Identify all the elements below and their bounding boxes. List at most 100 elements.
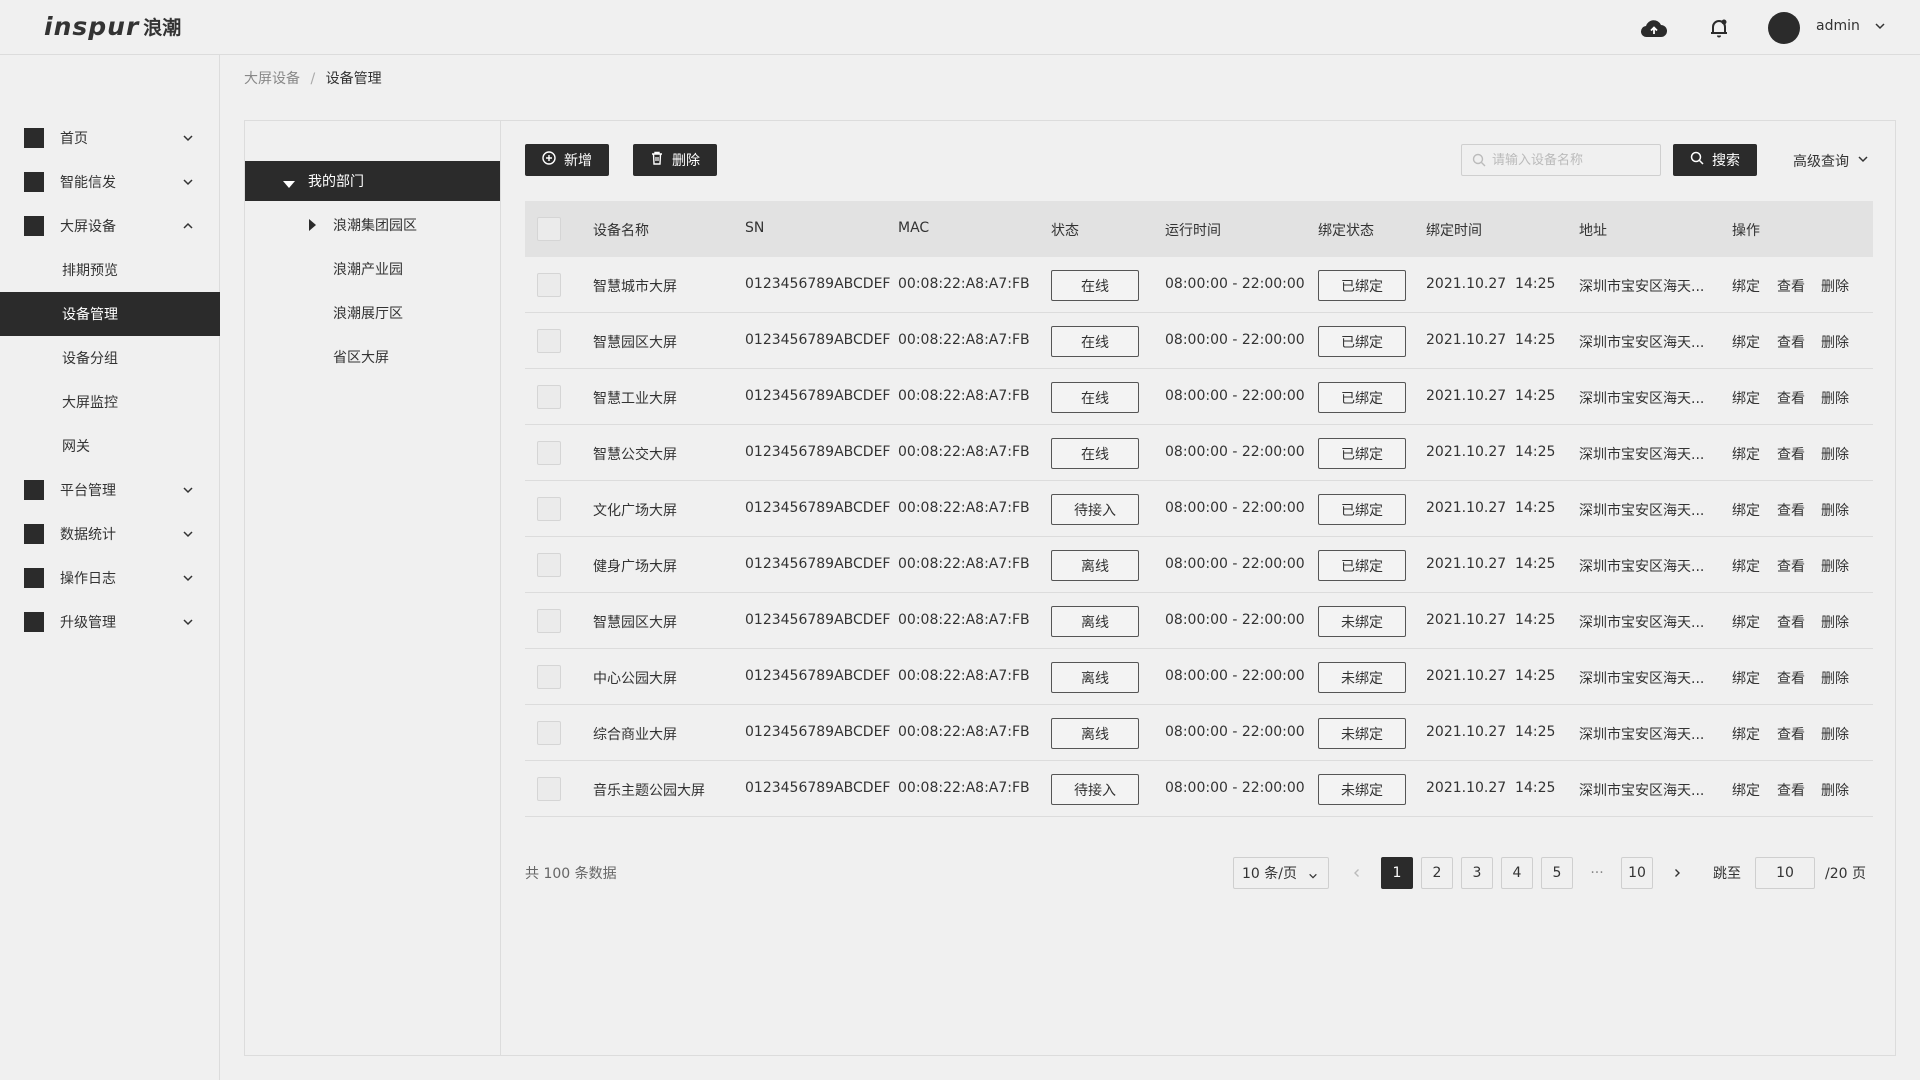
advanced-search-toggle[interactable]: 高级查询	[1793, 151, 1869, 171]
delete-action-link[interactable]: 删除	[1821, 388, 1849, 408]
sidebar-item-screen-devices[interactable]: 大屏设备	[0, 204, 220, 248]
row-checkbox[interactable]	[537, 273, 561, 297]
tree-node[interactable]: 省区大屏	[245, 337, 500, 377]
table-row[interactable]: 中心公园大屏 0123456789ABCDEF 00:08:22:A8:A7:FB 离…	[525, 649, 1873, 705]
sidebar-subitem-device-management[interactable]: 设备管理	[0, 292, 220, 336]
row-checkbox[interactable]	[537, 553, 561, 577]
view-action-link[interactable]: 查看	[1777, 612, 1805, 632]
tree-node[interactable]: 浪潮产业园	[245, 249, 500, 289]
cloud-upload-icon[interactable]	[1640, 14, 1668, 42]
sidebar-item-platform[interactable]: 平台管理	[0, 468, 220, 512]
table-row[interactable]: 智慧园区大屏 0123456789ABCDEF 00:08:22:A8:A7:FB 离…	[525, 593, 1873, 649]
row-checkbox[interactable]	[537, 441, 561, 465]
device-address: 深圳市宝安区海天...	[1579, 335, 1705, 351]
search-field[interactable]	[1461, 144, 1661, 176]
status-badge: 待接入	[1051, 774, 1139, 805]
bind-status-badge: 未绑定	[1318, 774, 1406, 805]
sidebar-item-upgrade[interactable]: 升级管理	[0, 600, 220, 644]
breadcrumb-parent[interactable]: 大屏设备	[244, 71, 300, 87]
sidebar-item-statistics[interactable]: 数据统计	[0, 512, 220, 556]
delete-button[interactable]: 删除	[633, 144, 717, 176]
sidebar-subitem-gateway[interactable]: 网关	[0, 424, 220, 468]
bell-icon[interactable]	[1705, 14, 1733, 42]
view-action-link[interactable]: 查看	[1777, 276, 1805, 296]
table-row[interactable]: 智慧城市大屏 0123456789ABCDEF 00:08:22:A8:A7:FB 在…	[525, 257, 1873, 313]
row-checkbox[interactable]	[537, 385, 561, 409]
tree-node-root[interactable]: 我的部门	[245, 161, 500, 201]
delete-action-link[interactable]: 删除	[1821, 444, 1849, 464]
bind-action-link[interactable]: 绑定	[1732, 388, 1760, 408]
sidebar-item-logs[interactable]: 操作日志	[0, 556, 220, 600]
bind-action-link[interactable]: 绑定	[1732, 500, 1760, 520]
table-row[interactable]: 智慧园区大屏 0123456789ABCDEF 00:08:22:A8:A7:FB 在…	[525, 313, 1873, 369]
sidebar-subitem-screen-monitor[interactable]: 大屏监控	[0, 380, 220, 424]
search-button[interactable]: 搜索	[1673, 144, 1757, 176]
table-row[interactable]: 健身广场大屏 0123456789ABCDEF 00:08:22:A8:A7:FB 离…	[525, 537, 1873, 593]
sidebar-item-home[interactable]: 首页	[0, 116, 220, 160]
table-row[interactable]: 音乐主题公园大屏 0123456789ABCDEF 00:08:22:A8:A7:F…	[525, 761, 1873, 817]
page-button[interactable]: 1	[1381, 857, 1413, 889]
avatar[interactable]	[1768, 12, 1800, 44]
jump-input[interactable]	[1755, 857, 1815, 889]
sidebar-subitem-schedule-preview[interactable]: 排期预览	[0, 248, 220, 292]
page-size-select[interactable]: 10 条/页	[1233, 857, 1329, 889]
row-checkbox[interactable]	[537, 665, 561, 689]
bind-action-link[interactable]: 绑定	[1732, 332, 1760, 352]
sidebar-subitem-device-group[interactable]: 设备分组	[0, 336, 220, 380]
table-row[interactable]: 文化广场大屏 0123456789ABCDEF 00:08:22:A8:A7:FB 待…	[525, 481, 1873, 537]
page-button[interactable]: 5	[1541, 857, 1573, 889]
chevron-down-icon[interactable]	[1874, 20, 1886, 36]
view-action-link[interactable]: 查看	[1777, 444, 1805, 464]
sidebar-item-label: 平台管理	[60, 483, 116, 499]
bind-action-link[interactable]: 绑定	[1732, 780, 1760, 800]
main-panel: 我的部门 浪潮集团园区 浪潮产业园 浪潮展厅区 省区大屏 新增 删除 请输入设备…	[244, 120, 1896, 1056]
view-action-link[interactable]: 查看	[1777, 332, 1805, 352]
bind-action-link[interactable]: 绑定	[1732, 668, 1760, 688]
view-action-link[interactable]: 查看	[1777, 724, 1805, 744]
bind-action-link[interactable]: 绑定	[1732, 612, 1760, 632]
row-checkbox[interactable]	[537, 497, 561, 521]
add-button[interactable]: 新增	[525, 144, 609, 176]
bind-action-link[interactable]: 绑定	[1732, 276, 1760, 296]
delete-action-link[interactable]: 删除	[1821, 668, 1849, 688]
view-action-link[interactable]: 查看	[1777, 500, 1805, 520]
search-input[interactable]	[1492, 152, 1652, 168]
select-all-checkbox[interactable]	[537, 217, 561, 241]
page-button[interactable]: 10	[1621, 857, 1653, 889]
delete-action-link[interactable]: 删除	[1821, 780, 1849, 800]
sidebar-item-smart-publish[interactable]: 智能信发	[0, 160, 220, 204]
page-button[interactable]: 4	[1501, 857, 1533, 889]
view-action-link[interactable]: 查看	[1777, 556, 1805, 576]
tree-node[interactable]: 浪潮集团园区	[245, 205, 500, 245]
next-page-button[interactable]	[1661, 857, 1693, 889]
device-runtime: 08:00:00 - 22:00:00	[1165, 276, 1305, 292]
row-checkbox[interactable]	[537, 609, 561, 633]
delete-action-link[interactable]: 删除	[1821, 556, 1849, 576]
tree-node-label: 浪潮展厅区	[333, 306, 403, 322]
view-action-link[interactable]: 查看	[1777, 780, 1805, 800]
delete-action-link[interactable]: 删除	[1821, 724, 1849, 744]
caret-down-icon	[283, 177, 295, 193]
tree-node[interactable]: 浪潮展厅区	[245, 293, 500, 333]
prev-page-button[interactable]	[1341, 857, 1373, 889]
row-checkbox[interactable]	[537, 777, 561, 801]
table-row[interactable]: 智慧工业大屏 0123456789ABCDEF 00:08:22:A8:A7:FB 在…	[525, 369, 1873, 425]
table-row[interactable]: 智慧公交大屏 0123456789ABCDEF 00:08:22:A8:A7:FB 在…	[525, 425, 1873, 481]
delete-action-link[interactable]: 删除	[1821, 332, 1849, 352]
page-button[interactable]: 3	[1461, 857, 1493, 889]
delete-action-link[interactable]: 删除	[1821, 500, 1849, 520]
user-name[interactable]: admin	[1816, 18, 1860, 34]
page-ellipsis[interactable]: ···	[1581, 857, 1613, 889]
view-action-link[interactable]: 查看	[1777, 388, 1805, 408]
row-checkbox[interactable]	[537, 721, 561, 745]
view-action-link[interactable]: 查看	[1777, 668, 1805, 688]
bind-action-link[interactable]: 绑定	[1732, 724, 1760, 744]
bind-action-link[interactable]: 绑定	[1732, 444, 1760, 464]
page-button[interactable]: 2	[1421, 857, 1453, 889]
bind-action-link[interactable]: 绑定	[1732, 556, 1760, 576]
delete-action-link[interactable]: 删除	[1821, 612, 1849, 632]
row-checkbox[interactable]	[537, 329, 561, 353]
delete-action-link[interactable]: 删除	[1821, 276, 1849, 296]
table-row[interactable]: 综合商业大屏 0123456789ABCDEF 00:08:22:A8:A7:FB 离…	[525, 705, 1873, 761]
bind-time: 2021.10.27 14:25	[1426, 500, 1556, 516]
